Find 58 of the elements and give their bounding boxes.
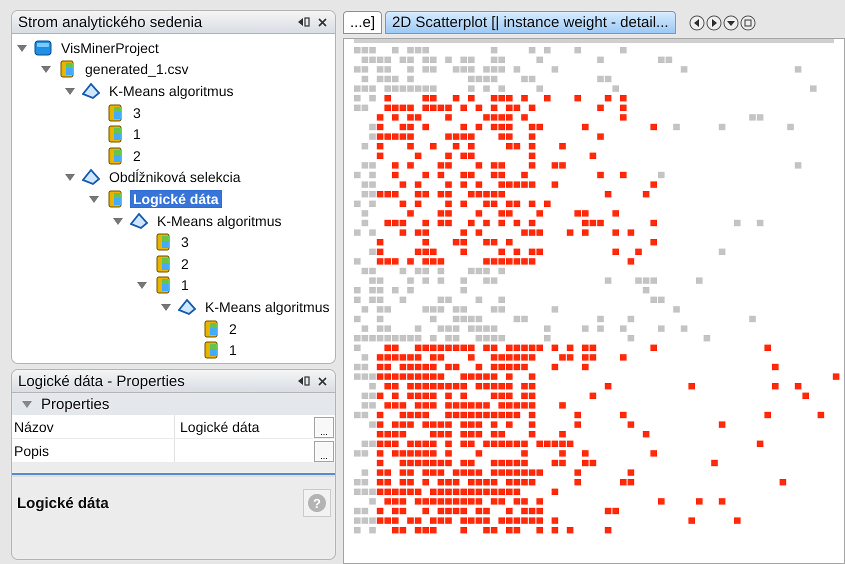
editor-tab[interactable]: ...e] bbox=[343, 11, 382, 34]
pyramid-icon bbox=[82, 82, 100, 100]
dropdown-icon[interactable] bbox=[722, 14, 739, 30]
dock-icon[interactable] bbox=[298, 376, 310, 386]
editor-tab[interactable]: 2D Scatterplot [| instance weight - detail... bbox=[385, 11, 676, 34]
maximize-icon[interactable] bbox=[740, 14, 756, 30]
tree-item[interactable]: K-Means algoritmus bbox=[202, 298, 332, 316]
close-icon[interactable] bbox=[318, 18, 327, 26]
tree-item[interactable]: 1 bbox=[226, 341, 240, 360]
tree-item[interactable]: Logické dáta bbox=[130, 190, 222, 208]
project-icon bbox=[34, 38, 52, 57]
panel-title: Strom analytického sedenia bbox=[18, 14, 204, 30]
expand-triangle-icon[interactable] bbox=[137, 280, 147, 290]
ellipsis-button[interactable]: ... bbox=[314, 417, 334, 438]
tree-item[interactable]: 3 bbox=[178, 233, 192, 252]
tree-item[interactable]: K-Means algoritmus bbox=[106, 82, 236, 100]
database-icon bbox=[202, 320, 220, 338]
tree-item[interactable]: 2 bbox=[178, 254, 192, 273]
database-icon bbox=[106, 190, 124, 208]
property-value[interactable]: Logické dáta bbox=[175, 415, 314, 438]
tree-item[interactable]: 1 bbox=[130, 125, 144, 144]
expand-triangle-icon[interactable] bbox=[161, 302, 171, 312]
panel-title: Logické dáta - Properties bbox=[18, 372, 186, 390]
description-title: Logické dáta bbox=[17, 494, 109, 512]
section-title: Properties bbox=[41, 396, 110, 412]
dock-icon[interactable] bbox=[298, 17, 310, 27]
property-name: Popis bbox=[12, 439, 175, 462]
scroll-left-icon[interactable] bbox=[688, 14, 705, 30]
tree-item[interactable]: 2 bbox=[226, 320, 240, 338]
database-icon bbox=[202, 341, 220, 360]
pyramid-icon bbox=[178, 298, 196, 316]
expand-triangle-icon[interactable] bbox=[89, 194, 99, 204]
tree-item[interactable]: 1 bbox=[178, 276, 192, 294]
expand-triangle-icon[interactable] bbox=[65, 172, 75, 182]
scroll-right-icon[interactable] bbox=[706, 14, 722, 30]
database-icon bbox=[106, 125, 124, 144]
expand-triangle-icon[interactable] bbox=[65, 86, 75, 96]
expand-triangle-icon[interactable] bbox=[17, 42, 27, 53]
database-icon bbox=[106, 146, 124, 165]
expand-triangle-icon[interactable] bbox=[113, 216, 123, 226]
database-icon bbox=[154, 254, 172, 273]
property-name: Názov bbox=[12, 415, 175, 438]
database-icon bbox=[154, 276, 172, 294]
tree-item[interactable]: Obdĺžniková selekcia bbox=[106, 168, 244, 186]
database-icon bbox=[58, 60, 76, 78]
expand-triangle-icon[interactable] bbox=[41, 64, 51, 74]
pyramid-icon bbox=[82, 168, 100, 186]
tree-item[interactable]: 2 bbox=[130, 146, 144, 165]
tree-item[interactable]: K-Means algoritmus bbox=[154, 212, 284, 230]
close-icon[interactable] bbox=[318, 376, 327, 386]
expand-triangle-icon[interactable] bbox=[22, 399, 32, 409]
tree-item[interactable]: 3 bbox=[130, 104, 144, 122]
ellipsis-button[interactable]: ... bbox=[314, 441, 334, 462]
database-icon bbox=[106, 104, 124, 122]
pyramid-icon bbox=[130, 212, 148, 230]
tree-item[interactable]: generated_1.csv bbox=[82, 60, 192, 78]
tree-item[interactable]: VisMinerProject bbox=[58, 38, 162, 57]
database-icon bbox=[154, 233, 172, 252]
